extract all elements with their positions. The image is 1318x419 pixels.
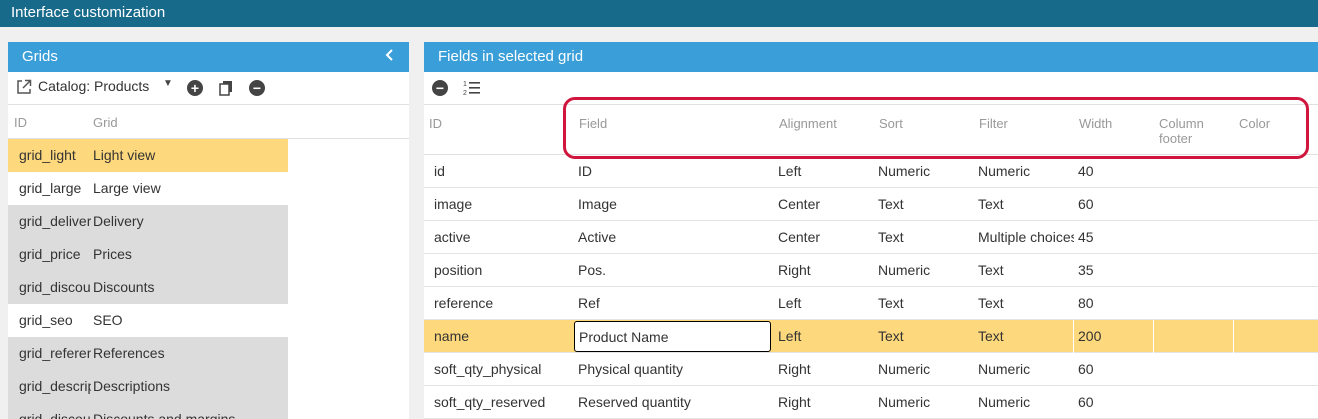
fields-panel-title: Fields in selected grid xyxy=(438,48,584,65)
table-row[interactable]: position Pos. Right Numeric Text 35 xyxy=(424,254,1318,287)
chevron-left-icon[interactable] xyxy=(383,45,395,70)
header-color: Color xyxy=(1239,116,1271,131)
table-row[interactable]: grid_light Light view xyxy=(8,139,288,172)
external-link-icon[interactable] xyxy=(16,79,32,95)
fields-toolbar: − 1 2 xyxy=(424,72,1318,104)
header-width: Width xyxy=(1079,116,1113,131)
cell-divider xyxy=(1233,320,1234,353)
grids-panel-header: Grids xyxy=(8,42,409,72)
header-id: ID xyxy=(429,116,442,131)
table-row[interactable]: grid_price Prices xyxy=(8,238,288,271)
header-id: ID xyxy=(14,115,27,130)
table-row[interactable]: soft_qty_physical Physical quantity Righ… xyxy=(424,353,1318,386)
header-alignment: Alignment xyxy=(779,116,837,131)
svg-text:2: 2 xyxy=(463,90,467,97)
add-grid-icon[interactable]: + xyxy=(187,80,203,96)
remove-grid-icon[interactable]: − xyxy=(249,80,265,96)
table-row-selected[interactable]: name Product Name Left Text Text 200 xyxy=(424,320,1318,353)
table-row[interactable]: grid_delivery Delivery xyxy=(8,205,288,238)
table-row[interactable]: grid_referenceReferences xyxy=(8,337,288,370)
grids-panel-title: Grids xyxy=(22,48,58,65)
fields-panel-header: Fields in selected grid xyxy=(424,42,1318,72)
window-title: Interface customization xyxy=(0,0,1318,27)
grids-table-header: ID Grid xyxy=(8,104,409,139)
table-row[interactable]: reference Ref Left Text Text 80 xyxy=(424,287,1318,320)
header-field: Field xyxy=(579,116,608,131)
table-row[interactable]: grid_discountDiscounts xyxy=(8,271,288,304)
header-grid: Grid xyxy=(93,115,118,130)
chevron-down-icon[interactable]: ▼ xyxy=(163,78,173,89)
table-row[interactable]: active Active Center Text Multiple choic… xyxy=(424,221,1318,254)
table-row[interactable]: grid_seo SEO xyxy=(8,304,288,337)
field-name-editor[interactable]: Product Name xyxy=(574,321,771,352)
cell-divider xyxy=(1153,320,1154,353)
table-row[interactable]: grid_descriptionDescriptions xyxy=(8,370,288,403)
fields-panel: Fields in selected grid − 1 2 ID Field A… xyxy=(424,42,1318,419)
header-sort: Sort xyxy=(879,116,903,131)
table-row[interactable]: grid_discount_marginDiscounts and margin… xyxy=(8,403,288,419)
header-filter: Filter xyxy=(979,116,1008,131)
table-row[interactable]: grid_large Large view xyxy=(8,172,288,205)
remove-field-icon[interactable]: − xyxy=(432,80,448,96)
header-column-footer: Column footer xyxy=(1159,116,1204,146)
table-row[interactable]: id ID Left Numeric Numeric 40 xyxy=(424,155,1318,188)
ordered-list-icon[interactable]: 1 2 xyxy=(463,79,480,97)
grids-panel: Grids Catalog: Products ▼ + − ID Grid gr… xyxy=(8,42,409,419)
grids-toolbar: Catalog: Products ▼ + − xyxy=(8,72,409,104)
copy-icon[interactable] xyxy=(218,80,234,96)
catalog-select[interactable]: Catalog: Products xyxy=(38,78,149,94)
table-row[interactable]: image Image Center Text Text 60 xyxy=(424,188,1318,221)
table-row[interactable]: soft_qty_reserved Reserved quantity Righ… xyxy=(424,386,1318,419)
fields-table-header: ID Field Alignment Sort Filter Width Col… xyxy=(424,104,1318,155)
svg-text:1: 1 xyxy=(463,81,467,88)
